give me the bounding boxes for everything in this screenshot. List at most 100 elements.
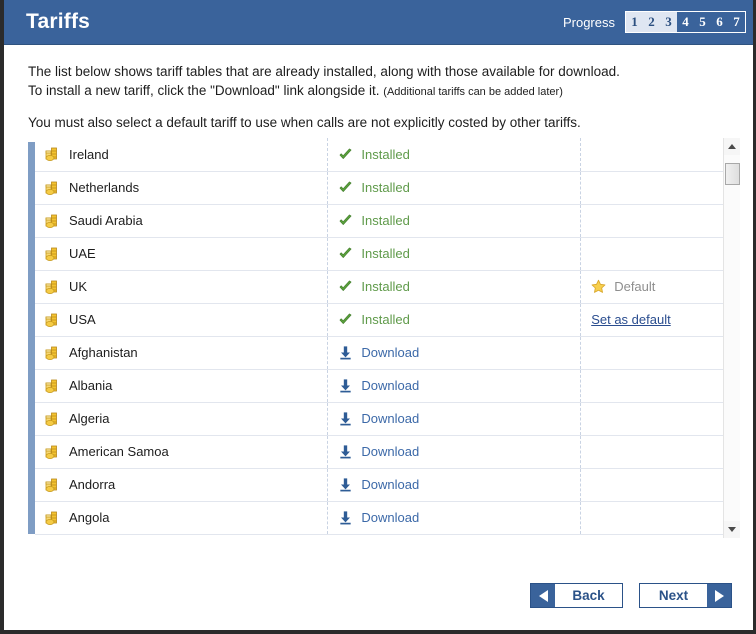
table-row[interactable]: NetherlandsInstalled [35,171,740,204]
group-indicator-bar [28,142,35,534]
tariff-table-scroll-area[interactable]: IrelandInstalledNetherlandsInstalledSaud… [35,138,740,538]
description-spacer [28,102,734,113]
download-arrow-icon [338,378,353,393]
scrollbar-thumb[interactable] [725,163,740,185]
scrollbar-track[interactable] [724,155,740,521]
tariff-default-cell [581,138,740,171]
tariff-status-cell: Installed [328,138,581,171]
tariff-default-cell [581,435,740,468]
tariff-default-cell[interactable]: Set as default [581,303,740,336]
download-link[interactable]: Download [361,345,419,360]
progress-steps: 1 2 3 4 5 6 7 [625,11,746,33]
tariff-name-cell: Algeria [35,402,328,435]
coin-stack-icon [45,510,61,526]
download-link[interactable]: Download [361,477,419,492]
table-row[interactable]: Saudi Arabia Installed [35,204,740,237]
tariff-default-cell [581,402,740,435]
download-arrow-icon [338,477,353,492]
coin-stack-icon [45,444,61,460]
tariff-name-label: USA [69,312,96,327]
table-row[interactable]: Angola Download [35,501,740,534]
tariff-table-panel: IrelandInstalledNetherlandsInstalledSaud… [28,138,740,538]
tariff-default-cell [581,501,740,534]
tariff-status-cell[interactable]: Download [328,468,581,501]
table-row[interactable]: UK Installed Default [35,270,740,303]
download-link[interactable]: Download [361,411,419,426]
installed-status-label: Installed [361,312,409,327]
coin-stack-icon [45,246,61,262]
download-arrow-icon [338,510,353,525]
tariff-name-label: Angola [69,510,109,525]
tariff-table: IrelandInstalledNetherlandsInstalledSaud… [35,138,740,535]
scroll-up-button[interactable] [724,138,740,155]
tariff-name-label: Ireland [69,147,109,162]
tariff-status-cell[interactable]: Download [328,402,581,435]
wizard-window: Tariffs Progress 1 2 3 4 5 6 7 The list … [0,0,756,634]
tariff-name-cell: Albania [35,369,328,402]
progress-step-4[interactable]: 4 [677,12,694,32]
download-arrow-icon [338,345,353,360]
back-button[interactable]: Back [530,583,623,608]
next-button-label: Next [640,584,707,607]
progress-step-1[interactable]: 1 [626,12,643,32]
progress-step-5[interactable]: 5 [694,12,711,32]
wizard-footer: Back Next [4,583,756,608]
tariff-name-cell: Ireland [35,138,328,171]
tariff-status-cell[interactable]: Download [328,336,581,369]
download-arrow-icon [338,411,353,426]
table-row[interactable]: Algeria Download [35,402,740,435]
installed-status-label: Installed [361,213,409,228]
scroll-up-arrow-icon [728,144,736,149]
download-link[interactable]: Download [361,378,419,393]
description-line-2-note: (Additional tariffs can be added later) [383,86,563,98]
tariff-name-cell: Angola [35,501,328,534]
green-check-icon [338,147,353,162]
tariff-status-cell[interactable]: Download [328,501,581,534]
progress-step-7[interactable]: 7 [728,12,745,32]
tariff-name-label: Netherlands [69,180,139,195]
scroll-down-button[interactable] [724,521,740,538]
scroll-down-arrow-icon [728,527,736,532]
green-check-icon [338,312,353,327]
coin-stack-icon [45,279,61,295]
default-badge-label: Default [614,279,655,294]
table-row[interactable]: Albania Download [35,369,740,402]
progress-step-6[interactable]: 6 [711,12,728,32]
triangle-right-icon [707,584,731,607]
vertical-scrollbar[interactable] [723,138,740,538]
tariff-status-cell: Installed [328,204,581,237]
installed-status-label: Installed [361,246,409,261]
green-check-icon [338,213,353,228]
download-link[interactable]: Download [361,510,419,525]
set-as-default-link[interactable]: Set as default [591,312,671,327]
tariff-name-label: Andorra [69,477,115,492]
description-line-2: To install a new tariff, click the "Down… [28,81,734,102]
tariff-name-cell: Saudi Arabia [35,204,328,237]
tariff-name-label: UAE [69,246,96,261]
tariff-status-cell: Installed [328,270,581,303]
tariff-name-label: American Samoa [69,444,169,459]
table-row[interactable]: Andorra Download [35,468,740,501]
gold-star-icon [591,279,606,294]
download-link[interactable]: Download [361,444,419,459]
table-row[interactable]: USA Installed Set as default [35,303,740,336]
tariff-status-cell[interactable]: Download [328,435,581,468]
next-button[interactable]: Next [639,583,732,608]
table-row[interactable]: UAE Installed [35,237,740,270]
table-row[interactable]: AfghanistanDownload [35,336,740,369]
coin-stack-icon [45,378,61,394]
tariff-name-label: Albania [69,378,112,393]
tariff-name-label: UK [69,279,87,294]
tariff-status-cell[interactable]: Download [328,369,581,402]
table-row[interactable]: American Samoa Download [35,435,740,468]
progress-step-3[interactable]: 3 [660,12,677,32]
description-line-2-main: To install a new tariff, click the "Down… [28,83,380,98]
tariff-name-cell: American Samoa [35,435,328,468]
progress-step-2[interactable]: 2 [643,12,660,32]
coin-stack-icon [45,213,61,229]
progress-indicator: Progress 1 2 3 4 5 6 7 [563,11,746,33]
green-check-icon [338,279,353,294]
table-row[interactable]: Ireland Installed [35,138,740,171]
tariff-name-cell: USA [35,303,328,336]
coin-stack-icon [45,146,61,162]
